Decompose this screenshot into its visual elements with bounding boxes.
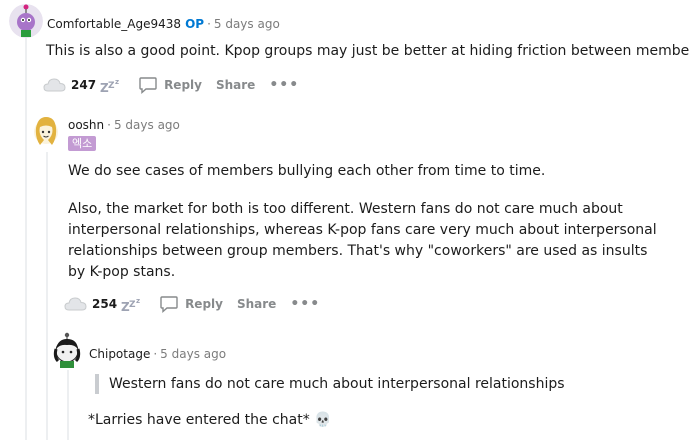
username-link[interactable]: ooshn [68, 118, 104, 132]
username-link[interactable]: Chipotage [89, 347, 150, 361]
separator-dot: · [107, 118, 111, 132]
more-options-button[interactable]: ••• [290, 296, 320, 312]
separator-dot: · [153, 347, 158, 361]
thread-line-level-2[interactable] [46, 152, 48, 440]
svg-text:Z: Z [129, 300, 136, 310]
op-badge: OP [185, 17, 205, 31]
blockquote: Western fans do not care much about inte… [95, 374, 565, 394]
comment-meta: ooshn · 5 days ago [68, 117, 180, 133]
comment-paragraph: We do see cases of members bullying each… [68, 163, 546, 179]
reply-button[interactable]: Reply [138, 75, 202, 95]
score: 247 [71, 78, 97, 92]
user-flair: 엑소 [68, 136, 97, 151]
score: 254 [92, 297, 118, 311]
timestamp-link[interactable]: 5 days ago [214, 17, 280, 31]
upvote-cloud-icon[interactable] [64, 296, 88, 312]
comment-meta: Comfortable_Age9438 OP · 5 days ago [47, 16, 280, 32]
comment-actions: 247 ZZz Reply Share ••• [43, 73, 299, 97]
comment-bubble-icon [138, 75, 158, 95]
comment-meta: Chipotage · 5 days ago [89, 346, 226, 362]
comment-paragraph: Also, the market for both is too differe… [68, 201, 657, 280]
reply-label: Reply [164, 78, 202, 92]
avatar[interactable] [9, 4, 43, 38]
avatar[interactable] [50, 331, 84, 369]
more-options-icon: ••• [269, 77, 300, 93]
share-label: Share [215, 78, 256, 92]
sleep-award-icon: ZZz [121, 295, 143, 313]
share-label: Share [236, 297, 277, 311]
timestamp-link[interactable]: 5 days ago [114, 118, 180, 132]
svg-text:z: z [136, 297, 140, 305]
share-button[interactable]: Share [216, 78, 255, 92]
comment-body: We do see cases of members bullying each… [68, 161, 668, 295]
svg-text:Z: Z [108, 81, 115, 91]
svg-text:z: z [115, 78, 119, 86]
comment-bubble-icon [159, 294, 179, 314]
comment-actions: 254 ZZz Reply Share ••• [64, 292, 320, 316]
username-link[interactable]: Comfortable_Age9438 [47, 17, 181, 31]
comment-body: This is also a good point. Kpop groups m… [46, 41, 689, 62]
sleep-award-icon: ZZz [100, 76, 122, 94]
upvote-cloud-icon[interactable] [43, 77, 67, 93]
comment-text: This is also a good point. Kpop groups m… [46, 43, 689, 59]
comment-body: *Larries have entered the chat* 💀 [88, 410, 332, 431]
avatar[interactable] [32, 114, 60, 148]
skull-emoji: 💀 [314, 412, 332, 428]
comment-text: *Larries have entered the chat* [88, 412, 310, 428]
reply-button[interactable]: Reply [159, 294, 223, 314]
quote-text: Western fans do not care much about inte… [109, 376, 565, 392]
share-button[interactable]: Share [237, 297, 276, 311]
separator-dot: · [207, 17, 211, 31]
more-options-button[interactable]: ••• [269, 77, 299, 93]
reply-label: Reply [185, 297, 223, 311]
more-options-icon: ••• [290, 296, 321, 312]
timestamp-link[interactable]: 5 days ago [160, 347, 226, 361]
thread-line-level-3[interactable] [67, 370, 69, 440]
thread-line-level-1[interactable] [25, 38, 27, 440]
